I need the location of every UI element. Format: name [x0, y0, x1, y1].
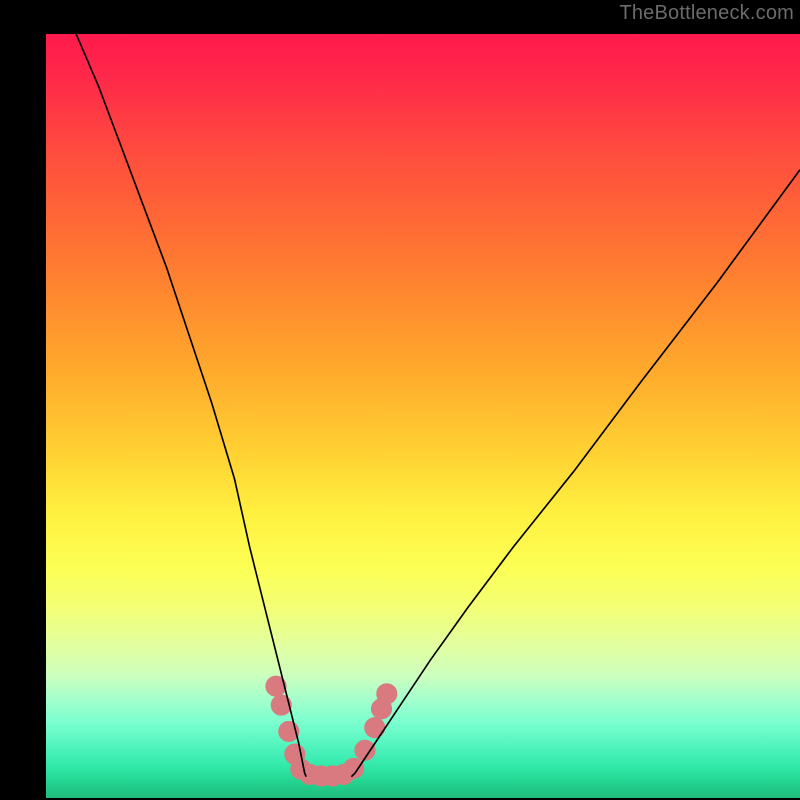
right-curve — [351, 170, 800, 777]
left-curve — [76, 34, 306, 777]
watermark-text: TheBottleneck.com — [619, 2, 794, 25]
curves-svg — [46, 34, 800, 788]
plot-area — [46, 34, 800, 798]
chart-frame — [16, 16, 784, 784]
